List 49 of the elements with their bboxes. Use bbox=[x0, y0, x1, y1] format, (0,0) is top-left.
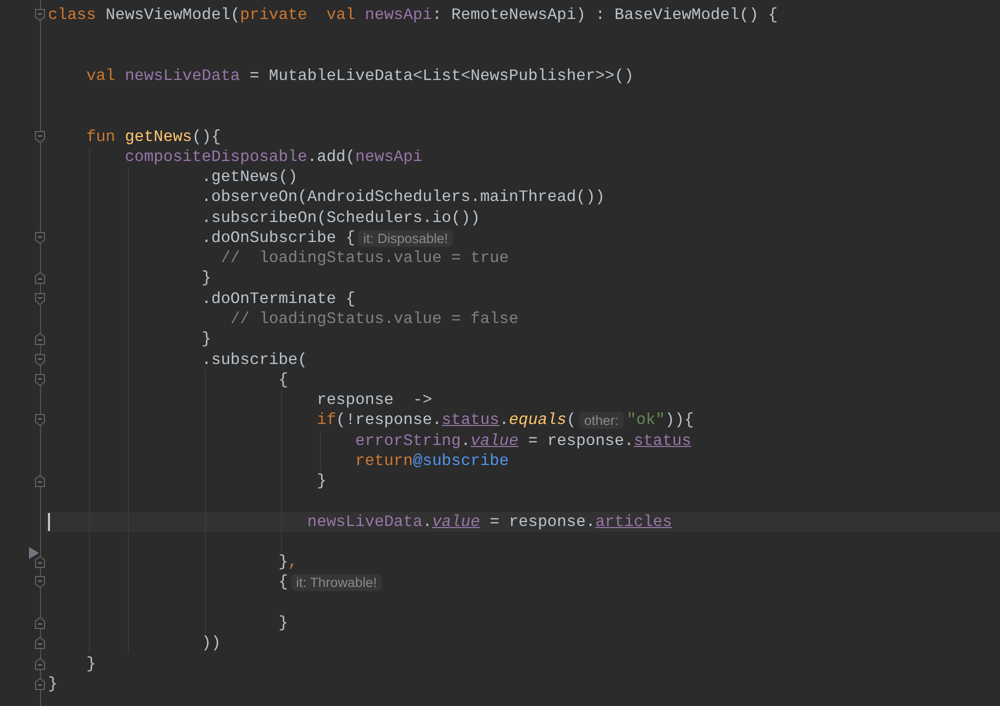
code-line: } bbox=[86, 654, 96, 674]
fold-marker-icon[interactable] bbox=[34, 636, 46, 650]
fold-marker-icon[interactable] bbox=[34, 230, 46, 245]
code-line: .getNews() bbox=[202, 167, 298, 188]
code-line: "ok")){ bbox=[626, 410, 694, 431]
code-line: .doOnTerminate { bbox=[202, 288, 356, 309]
fold-marker-icon[interactable] bbox=[34, 575, 46, 590]
fold-marker-icon[interactable] bbox=[34, 292, 46, 306]
fold-marker-icon[interactable] bbox=[34, 656, 46, 670]
code-line: return@subscribe bbox=[355, 450, 509, 472]
code-line: val newsLiveData = MutableLiveData<List<NewsPublisher>>() bbox=[86, 66, 634, 86]
code-line: .subscribe( bbox=[202, 350, 308, 370]
fold-marker-icon[interactable] bbox=[34, 352, 46, 367]
parameter-hint: it: Disposable! bbox=[358, 230, 454, 247]
fold-marker-icon[interactable] bbox=[34, 616, 46, 630]
parameter-hint: it: Throwable! bbox=[291, 574, 382, 592]
code-line: { bbox=[278, 572, 288, 593]
code-line: // loadingStatus.value = false bbox=[230, 308, 518, 330]
fold-marker-icon[interactable] bbox=[34, 474, 46, 488]
code-line: } bbox=[278, 612, 288, 634]
fold-marker-icon[interactable] bbox=[34, 130, 46, 144]
code-line: } bbox=[48, 674, 58, 694]
code-line: compositeDisposable.add(newsApi bbox=[124, 146, 422, 168]
code-line: if(!response.status.equals( bbox=[316, 410, 576, 431]
code-line: .observeOn(AndroidSchedulers.mainThread()) bbox=[202, 187, 605, 208]
code-line: response -> bbox=[316, 390, 432, 410]
fold-marker-icon[interactable] bbox=[34, 8, 46, 22]
code-line: errorString.value = response.status bbox=[355, 430, 692, 451]
fold-marker-icon[interactable] bbox=[34, 372, 46, 387]
fold-marker-icon[interactable] bbox=[34, 332, 46, 346]
fold-marker-icon[interactable] bbox=[34, 676, 46, 691]
code-line: }, bbox=[278, 552, 298, 572]
code-line: .doOnSubscribe { bbox=[202, 228, 356, 248]
code-line: class NewsViewModel(private val newsApi: RemoteNewsApi) : BaseViewModel() { bbox=[48, 5, 778, 26]
code-line: // loadingStatus.value = true bbox=[220, 248, 509, 268]
code-line: )) bbox=[202, 633, 221, 654]
parameter-hint: other: bbox=[579, 412, 624, 429]
code-line: } bbox=[316, 471, 326, 492]
fold-marker-icon[interactable] bbox=[34, 413, 46, 428]
code-line: .subscribeOn(Schedulers.io()) bbox=[202, 208, 480, 228]
code-line: } bbox=[202, 329, 212, 350]
code-line: newsLiveData.value = response.articles bbox=[307, 512, 672, 532]
fold-marker-icon[interactable] bbox=[34, 555, 46, 570]
text-cursor bbox=[48, 512, 50, 531]
code-line: } bbox=[202, 268, 212, 289]
code-line: { bbox=[278, 370, 288, 390]
triangle-icon[interactable] bbox=[29, 547, 39, 560]
code-line: fun getNews(){ bbox=[86, 126, 221, 147]
fold-marker-icon[interactable] bbox=[34, 271, 46, 286]
